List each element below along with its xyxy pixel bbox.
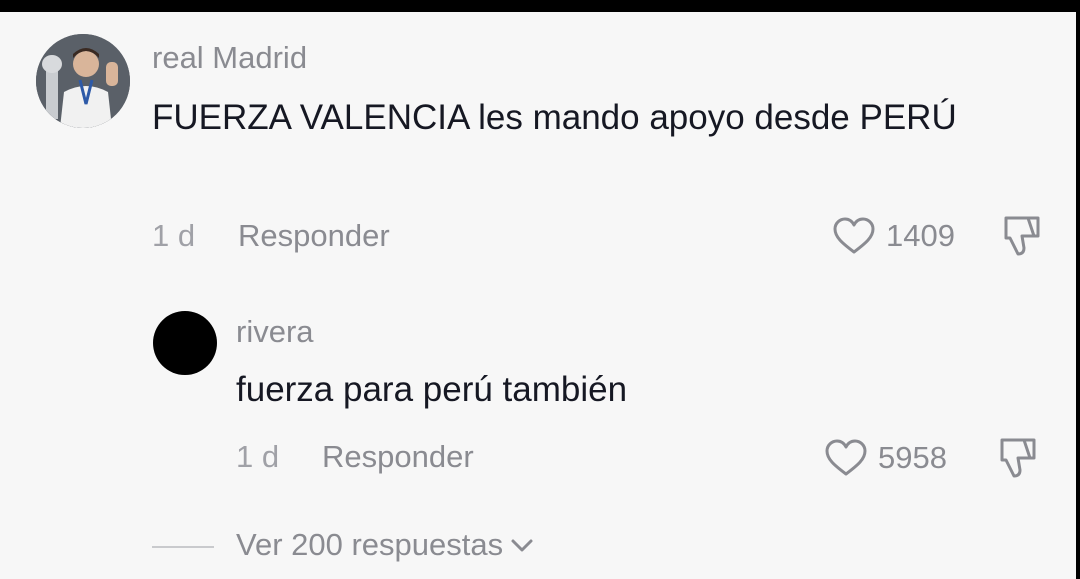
comment-username[interactable]: real Madrid: [152, 40, 307, 76]
thumbs-down-outline-icon: [1000, 438, 1036, 478]
reply-like-button[interactable]: 5958: [824, 438, 947, 478]
comment-text: FUERZA VALENCIA les mando apoyo desde PE…: [152, 98, 957, 137]
dislike-button[interactable]: [998, 212, 1044, 258]
reply-like-count: 5958: [878, 440, 947, 475]
thumbs-down-outline-icon: [1004, 216, 1040, 256]
replies-divider: [152, 546, 214, 548]
reply-button[interactable]: Responder: [238, 218, 390, 254]
top-bar: [0, 0, 1080, 12]
reply-text: fuerza para perú también: [236, 370, 628, 409]
avatar-image: [36, 34, 130, 128]
reply-avatar[interactable]: [153, 311, 217, 375]
like-count: 1409: [886, 218, 955, 253]
like-button[interactable]: 1409: [832, 216, 955, 256]
reply-reply-button[interactable]: Responder: [322, 439, 474, 475]
comment-timestamp: 1 d: [152, 218, 196, 253]
reply-timestamp: 1 d: [236, 439, 280, 474]
right-edge-bar: [1076, 0, 1080, 579]
chevron-down-icon: [511, 539, 533, 552]
reply-username[interactable]: rivera: [236, 314, 314, 350]
reply-dislike-button[interactable]: [994, 434, 1040, 480]
view-replies-button[interactable]: Ver 200 respuestas: [236, 527, 535, 563]
avatar[interactable]: [36, 34, 130, 128]
heart-outline-icon: [833, 217, 875, 254]
heart-outline-icon: [825, 439, 867, 476]
view-replies-label: Ver 200 respuestas: [236, 527, 504, 562]
